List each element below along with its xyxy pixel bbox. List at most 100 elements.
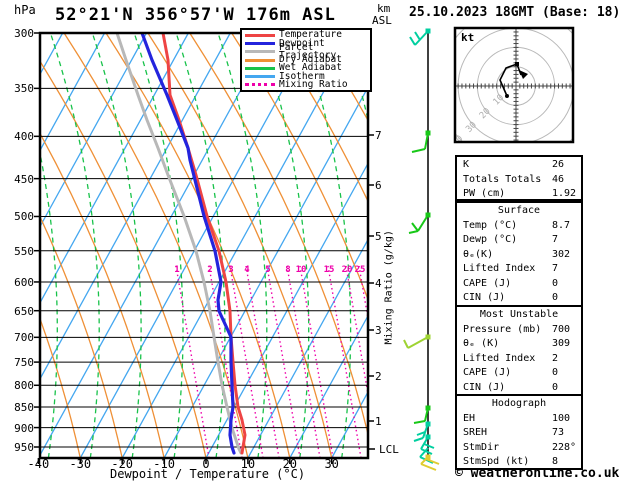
mixing-ratio-value-label: 3 (228, 265, 234, 275)
stat-row: CAPE (J) 0 (457, 277, 581, 292)
mixing-ratio-value-label: 4 (244, 265, 250, 275)
stats-box-title: Surface (497, 205, 541, 216)
temperature-tick-label: 0 (202, 457, 210, 471)
temperature-tick-label: 30 (324, 457, 339, 471)
pressure-tick-label: 800 (14, 379, 34, 393)
stat-row: Dewp (°C) 7 (457, 233, 581, 248)
stat-row: CAPE (J) 0 (457, 366, 581, 381)
pressure-tick-label: 550 (14, 244, 34, 258)
stats-box-hodograph: Hodograph EH 100 SREH 73 StmDir 228° StmSpd (kt… (455, 394, 583, 470)
stat-row: Totals Totals 46 (457, 173, 581, 188)
pressure-axis-unit: hPa (14, 3, 36, 17)
valid-time-title: 25.10.2023 18GMT (Base: 18) (409, 5, 621, 20)
legend-line-swatch (245, 75, 275, 78)
altitude-axis-unit-asl: ASL (372, 14, 392, 27)
stat-label: CAPE (J) (463, 277, 512, 289)
altitude-tick-label: 4 (375, 277, 382, 290)
stat-value: 0 (552, 277, 559, 289)
altitude-tick-label: 5 (375, 230, 382, 243)
stat-row: EH 100 (457, 412, 581, 427)
pressure-tick-label: 650 (14, 304, 34, 318)
temperature-tick-label: 10 (240, 457, 256, 471)
lcl-label: LCL (379, 443, 399, 456)
stat-label: CIN (J) (463, 381, 506, 393)
mixing-ratio-axis-title: Mixing Ratio (g/kg) (383, 230, 395, 345)
legend-line-swatch (245, 33, 275, 37)
plot-border (38, 31, 370, 460)
station-title: 52°21'N 356°57'W 176m ASL (55, 5, 336, 25)
stat-row: SREH 73 (457, 426, 581, 441)
temperature-tick-label: -20 (111, 457, 134, 471)
stat-row: PW (cm) 1.92 (457, 187, 581, 202)
legend: Temperature Dewpoint Parcel Trajectory Dry … (240, 28, 372, 92)
stat-row: StmDir 228° (457, 441, 581, 456)
stat-label: Totals Totals (463, 173, 542, 185)
stat-row: K 26 (457, 158, 581, 173)
stat-label: EH (463, 412, 476, 424)
stats-box-most-unstable: Most Unstable Pressure (mb) 700 θₑ (K) 309 Li… (455, 305, 583, 396)
altitude-tick-label: 1 (375, 415, 382, 428)
legend-item-label: Mixing Ratio (279, 78, 348, 90)
stat-row: Temp (°C) 8.7 (457, 219, 581, 234)
stat-value: 228° (552, 441, 577, 453)
mixing-ratio-value-label: 1 (174, 265, 180, 275)
temperature-tick-label: -30 (69, 457, 92, 471)
mixing-ratio-value-label: 2 (207, 265, 213, 275)
stat-label: Lifted Index (463, 263, 536, 274)
stat-value: 46 (552, 173, 565, 185)
stat-label: PW (cm) (463, 188, 506, 199)
stat-label: θₑ(K) (463, 248, 494, 260)
temperature-tick-label: 20 (282, 457, 298, 471)
mixing-ratio-value-label: 10 (295, 265, 307, 275)
stat-value: 302 (552, 248, 571, 260)
stat-label: θₑ (K) (463, 338, 500, 349)
stat-label: SREH (463, 427, 488, 438)
stat-value: 1.92 (552, 188, 577, 199)
legend-line-swatch (245, 50, 275, 54)
stat-value: 700 (552, 323, 571, 335)
legend-line-swatch (245, 42, 275, 45)
skewt-sounding-app: 10 20 30 40 52°21'N 356°57'W 176m ASL 25.10… (0, 0, 629, 486)
stats-box-indices: K 26 Totals Totals 46 PW (cm) 1.92 (455, 155, 583, 201)
dewpoint-curve (140, 33, 236, 455)
stat-row: θₑ (K) 309 (457, 337, 581, 352)
stat-row: Lifted Index 2 (457, 352, 581, 367)
stat-value: 7 (552, 263, 559, 274)
stat-row: Lifted Index 7 (457, 262, 581, 277)
stat-label: K (463, 159, 470, 170)
pressure-tick-label: 700 (14, 331, 34, 345)
pressure-tick-label: 350 (14, 82, 34, 96)
stat-value: 8 (552, 456, 559, 467)
stat-label: StmSpd (kt) (463, 456, 530, 467)
mixing-ratio-value-label: 25 (354, 265, 366, 275)
stat-label: CAPE (J) (463, 367, 512, 378)
stat-value: 73 (552, 427, 565, 438)
legend-line-swatch (245, 58, 275, 62)
pressure-tick-label: 300 (14, 27, 34, 40)
temperature-tick-label: -40 (27, 457, 50, 471)
pressure-tick-label: 950 (14, 441, 34, 454)
mixing-ratio-value-label: 15 (323, 265, 335, 275)
legend-line-swatch (245, 83, 275, 87)
pressure-tick-label: 500 (14, 210, 34, 224)
altitude-tick-label: 2 (375, 370, 382, 383)
altitude-tick-label: 3 (375, 324, 382, 337)
legend-line-swatch (245, 66, 275, 70)
pressure-tick-label: 400 (14, 130, 34, 144)
stat-row: Pressure (mb) 700 (457, 323, 581, 338)
stat-label: CIN (J) (463, 292, 506, 303)
pressure-tick-label: 900 (14, 421, 34, 435)
stat-row: StmSpd (kt) 8 (457, 455, 581, 470)
stat-label: Lifted Index (463, 352, 536, 364)
stat-value: 2 (552, 352, 559, 364)
mixing-ratio-value-label: 5 (265, 265, 271, 275)
stat-row: CIN (J) 0 (457, 381, 581, 396)
hodograph-unit-label: kt (461, 31, 475, 44)
legend-item-mixing-ratio: Mixing Ratio (242, 78, 370, 90)
pressure-tick-label: 850 (14, 401, 34, 415)
pressure-tick-label: 600 (14, 275, 34, 289)
stat-value: 7 (552, 234, 559, 245)
stat-row: θₑ(K) 302 (457, 248, 581, 263)
axis-ticks (34, 32, 375, 464)
stat-label: StmDir (463, 441, 500, 453)
